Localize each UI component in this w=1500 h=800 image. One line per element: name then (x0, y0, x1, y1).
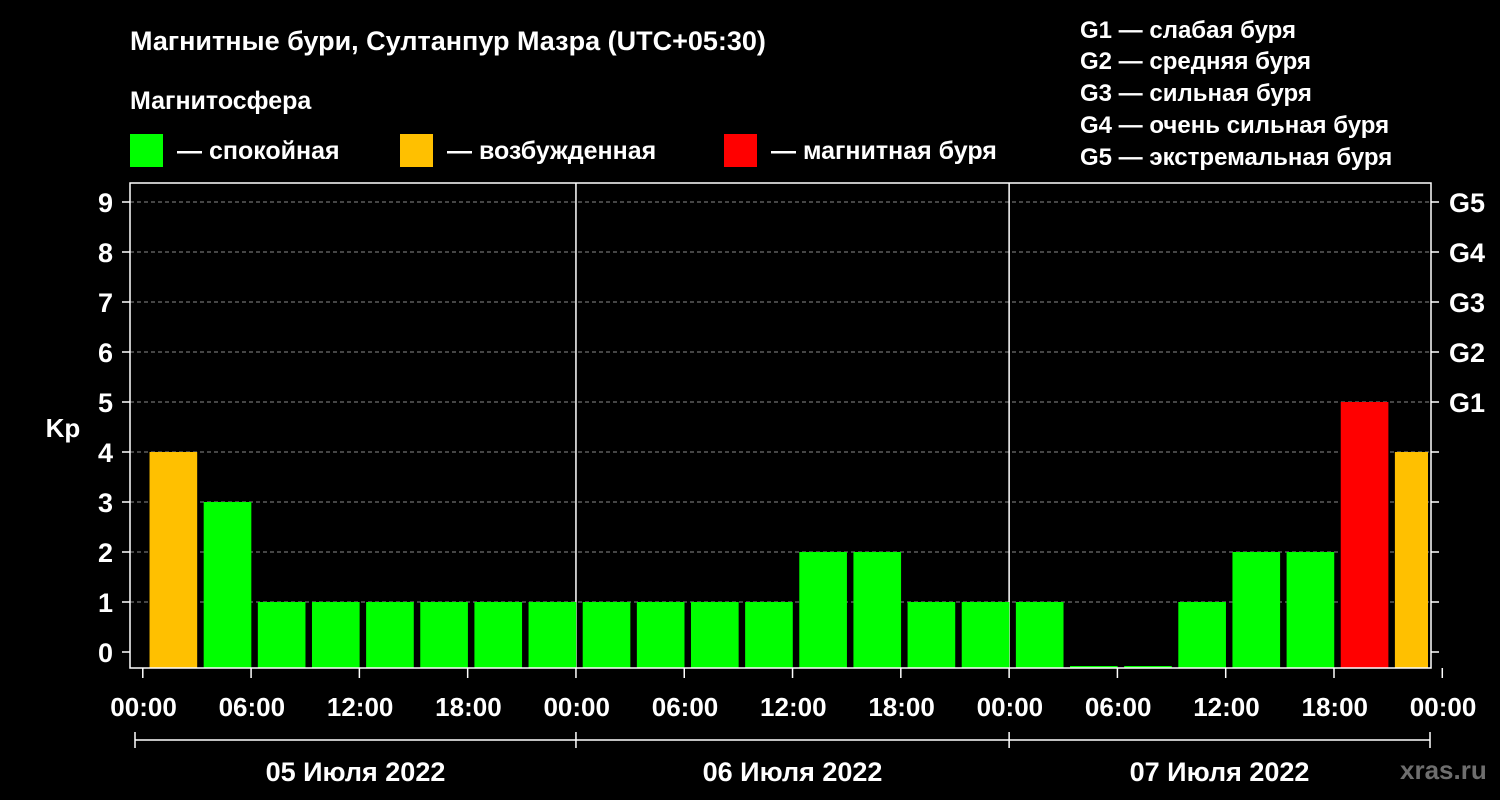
x-tick-label: 06:00 (1085, 692, 1152, 722)
legend-swatch-active (400, 134, 433, 167)
g-scale-g5: G5 — экстремальная буря (1080, 144, 1392, 171)
x-tick-label: 06:00 (219, 692, 286, 722)
x-tick-label: 06:00 (652, 692, 719, 722)
kp-bar-11 (690, 602, 739, 668)
kp-bar-23 (1340, 402, 1389, 668)
y-tick-label: 5 (98, 388, 113, 418)
y-tick-label: 2 (98, 538, 113, 568)
kp-bar-15 (907, 602, 956, 668)
y-axis-label: Kp (46, 413, 81, 443)
day-brackets: 05 Июля 2022 06 Июля 2022 07 Июля 2022 (134, 732, 1431, 787)
x-tick-label: 00:00 (110, 692, 177, 722)
kp-bar-24 (1394, 452, 1428, 668)
kp-bar-3 (257, 602, 306, 668)
kp-bar-5 (366, 602, 414, 668)
x-tick-label: 00:00 (977, 692, 1044, 722)
kp-bar-14 (853, 552, 902, 668)
g-scale-legend: G1 — слабая буря G2 — средняя буря G3 — … (1080, 17, 1392, 171)
x-tick-label: 12:00 (327, 692, 394, 722)
bars (149, 402, 1428, 668)
kp-bar-8 (528, 602, 577, 668)
g-scale-g2: G2 — средняя буря (1080, 48, 1311, 75)
g-tick-label: G1 (1449, 388, 1485, 418)
legend-label-quiet: — спокойная (177, 137, 340, 165)
kp-bar-17 (1015, 602, 1064, 668)
kp-bar-22 (1286, 552, 1335, 668)
kp-bar-2 (203, 502, 252, 668)
y-tick-label: 6 (98, 338, 113, 368)
day-label: 07 Июля 2022 (1130, 757, 1310, 787)
legend-label-active: — возбужденная (447, 137, 656, 165)
g-tick-label: G3 (1449, 288, 1485, 318)
kp-bar-20 (1178, 602, 1226, 668)
g-tick-label: G5 (1449, 188, 1485, 218)
g-tick-label: G4 (1449, 238, 1485, 268)
kp-bar-13 (799, 552, 847, 668)
x-tick-label: 18:00 (868, 692, 935, 722)
x-tick-label: 12:00 (1193, 692, 1260, 722)
legend-label-storm: — магнитная буря (771, 137, 997, 165)
kp-bar-21 (1232, 552, 1281, 668)
g-scale-g4: G4 — очень сильная буря (1080, 112, 1389, 139)
kp-bar-7 (474, 602, 523, 668)
x-tick-label: 00:00 (543, 692, 610, 722)
g-scale-g3: G3 — сильная буря (1080, 80, 1312, 107)
y-tick-label: 0 (98, 638, 113, 668)
legend-swatch-storm (724, 134, 757, 167)
kp-bar-10 (636, 602, 685, 668)
gridlines (130, 201, 1431, 603)
kp-bar-9 (582, 602, 631, 668)
kp-bar-1 (149, 452, 198, 668)
kp-bar-6 (420, 602, 468, 668)
y-tick-label: 1 (98, 588, 113, 618)
y-tick-label: 7 (98, 288, 113, 318)
chart-title: Магнитные бури, Султанпур Мазра (UTC+05:… (130, 26, 766, 56)
kp-bar-4 (311, 602, 360, 668)
x-tick-label: 18:00 (435, 692, 502, 722)
day-dividers (575, 183, 1010, 668)
watermark: xras.ru (1400, 755, 1487, 785)
y-tick-label: 4 (98, 438, 113, 468)
y-tick-labels: 0 1 2 3 4 5 6 7 8 9 (98, 188, 113, 668)
kp-bar-16 (961, 602, 1010, 668)
g-tick-labels: G1 G2 G3 G4 G5 (1449, 188, 1485, 418)
x-tick-label: 12:00 (760, 692, 827, 722)
kp-chart: Магнитные бури, Султанпур Мазра (UTC+05:… (46, 17, 1487, 787)
legend-swatch-quiet (130, 134, 163, 167)
x-tick-label: 00:00 (1410, 692, 1477, 722)
y-tick-label: 3 (98, 488, 113, 518)
g-tick-label: G2 (1449, 338, 1485, 368)
x-tick-label: 18:00 (1301, 692, 1368, 722)
y-tick-label: 8 (98, 238, 113, 268)
x-tick-labels: 00:00 06:00 12:00 18:00 00:00 06:00 12:00 18:00… (110, 692, 1476, 722)
legend-title: Магнитосфера (130, 87, 312, 115)
legend: — спокойная — возбужденная — магнитная б… (130, 134, 997, 167)
day-label: 06 Июля 2022 (703, 757, 883, 787)
g-scale-g1: G1 — слабая буря (1080, 17, 1296, 44)
y-tick-label: 9 (98, 188, 113, 218)
day-label: 05 Июля 2022 (266, 757, 446, 787)
kp-bar-12 (745, 602, 793, 668)
